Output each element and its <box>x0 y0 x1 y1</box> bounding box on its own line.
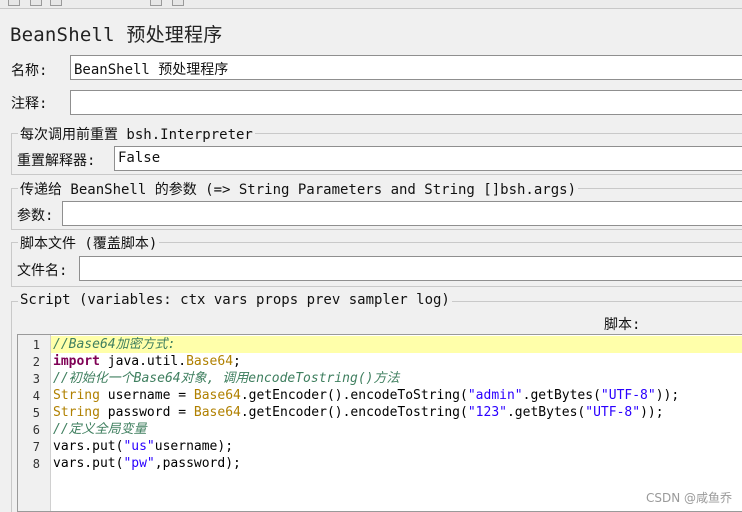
toolbar-icon[interactable] <box>172 0 184 6</box>
line-number: 5 <box>32 406 40 420</box>
watermark: CSDN @咸鱼乔 <box>645 491 732 505</box>
line-number-gutter: 1 2 3 4 5 6 7 8 <box>18 335 51 511</box>
code-line[interactable]: //初始化一个Base64对象, 调用encodeTostring()方法 <box>53 370 400 387</box>
code-line[interactable]: vars.put("us"username); <box>53 438 233 455</box>
params-input[interactable] <box>62 201 742 226</box>
toolbar-icon[interactable] <box>150 0 162 6</box>
toolbar <box>0 0 742 9</box>
script-editor[interactable]: 1 2 3 4 5 6 7 8 //Base64加密方式: import jav… <box>17 334 742 512</box>
panel-title: BeanShell 预处理程序 <box>10 24 223 46</box>
line-number: 6 <box>32 423 40 437</box>
reset-interpreter-field[interactable]: False <box>114 146 742 171</box>
toolbar-icon[interactable] <box>8 0 20 6</box>
params-label: 参数: <box>17 208 54 224</box>
file-name-input[interactable] <box>79 256 742 281</box>
line-number: 4 <box>32 389 40 403</box>
reset-group-legend: 每次调用前重置 bsh.Interpreter <box>18 124 255 144</box>
code-line[interactable]: String username = Base64.getEncoder().en… <box>53 387 679 404</box>
code-line[interactable]: String password = Base64.getEncoder().en… <box>53 404 664 421</box>
code-line[interactable]: vars.put("pw",password); <box>53 455 241 472</box>
line-number: 2 <box>32 355 40 369</box>
script-label: 脚本: <box>604 317 641 333</box>
code-line[interactable]: //Base64加密方式: <box>51 336 742 353</box>
comment-input[interactable] <box>70 90 742 115</box>
toolbar-icon[interactable] <box>50 0 62 6</box>
name-label: 名称: <box>11 63 48 79</box>
line-number: 8 <box>32 457 40 471</box>
toolbar-icon[interactable] <box>30 0 42 6</box>
code-line[interactable]: //定义全局变量 <box>53 421 147 438</box>
comment-label: 注释: <box>11 96 48 112</box>
file-name-label: 文件名: <box>17 263 68 279</box>
reset-interpreter-label: 重置解释器: <box>17 153 96 169</box>
line-number: 1 <box>32 338 40 352</box>
params-group-legend: 传递给 BeanShell 的参数 (=> String Parameters … <box>18 179 579 199</box>
script-group-legend: Script (variables: ctx vars props prev s… <box>18 292 452 308</box>
line-number: 7 <box>32 440 40 454</box>
line-number: 3 <box>32 372 40 386</box>
code-line[interactable]: import java.util.Base64; <box>53 353 241 370</box>
script-file-group-legend: 脚本文件 (覆盖脚本) <box>18 233 160 253</box>
name-input[interactable]: BeanShell 预处理程序 <box>70 55 742 80</box>
